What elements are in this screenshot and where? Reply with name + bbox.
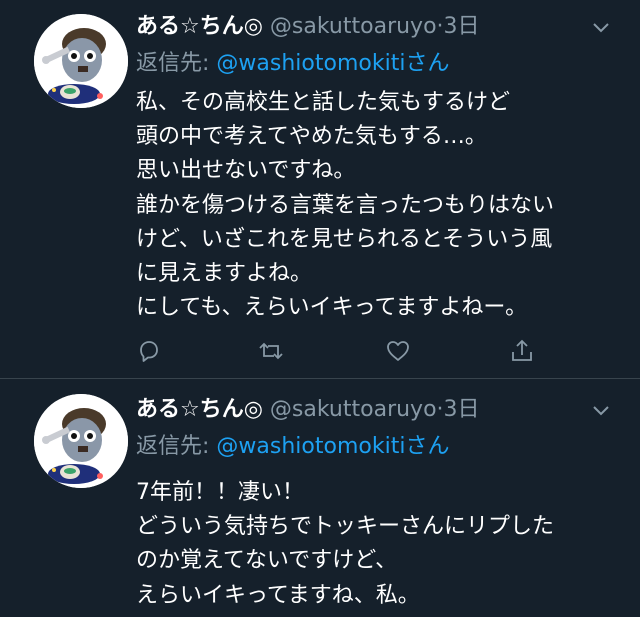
reply-label: 返信先: [136,434,210,459]
tweet-line: に見えますよね。 [136,261,313,287]
timestamp[interactable]: 3日 [444,14,480,39]
author-handle[interactable]: @sakuttoaruyo [270,14,437,39]
separator-dot: · [436,14,444,39]
reply-context: 返信先: @washiotomokitiさん [136,48,449,80]
share-icon[interactable] [509,338,535,364]
reply-user-link[interactable]: @washiotomokiti [216,51,405,76]
reply-suffix: さん [405,434,450,459]
reply-suffix: さん [405,51,450,76]
author-handle[interactable]: @sakuttoaruyo [270,397,437,422]
tweet-line: 頭の中で考えてやめた気もする…。 [136,124,487,150]
author-name[interactable]: ある☆ちん◎ [136,397,263,422]
tweet-line: のか覚えてないですけど、 [136,548,398,574]
timestamp[interactable]: 3日 [444,397,480,422]
tweet[interactable]: ある☆ちん◎ @sakuttoaruyo·3日 返信先: @washiotomo… [0,0,640,378]
reply-user-link[interactable]: @washiotomokiti [216,434,405,459]
author-name[interactable]: ある☆ちん◎ [136,14,263,39]
avatar[interactable] [34,14,128,108]
reply-icon[interactable] [136,338,162,364]
reply-label: 返信先: [136,51,210,76]
chevron-down-icon[interactable] [590,399,612,421]
tweet-header: ある☆ちん◎ @sakuttoaruyo·3日 [136,10,480,44]
tweet-line: どういう気持ちでトッキーさんにリプした [136,514,555,540]
tweet-line: にしても、えらいイキってますよねー。 [136,295,528,321]
tweet-line: 思い出せないですね。 [136,158,356,184]
like-icon[interactable] [385,338,411,364]
tweet-line: 私、その高校生と話した気もするけど [136,90,511,115]
tweet-line: 誰かを傷つける言葉を言ったつもりはない [136,192,555,218]
retweet-icon[interactable] [258,338,284,364]
tweet-line: 7年前！！凄い！ [136,480,304,505]
chevron-down-icon[interactable] [590,16,612,38]
avatar[interactable] [34,394,128,488]
tweet-line: けど、いざこれを見せられるとそういう風 [136,226,553,252]
tweet-header: ある☆ちん◎ @sakuttoaruyo·3日 [136,393,480,427]
tweet-text: 7年前！！凄い！ どういう気持ちでトッキーさんにリプした のか覚えてないですけど… [136,476,616,613]
tweet-line: えらいイキってますね、私。 [136,582,420,608]
separator-dot: · [436,397,444,422]
tweet-actions [136,338,536,368]
reply-context: 返信先: @washiotomokitiさん [136,431,449,463]
tweet-text: 私、その高校生と話した気もするけど 頭の中で考えてやめた気もする…。 思い出せな… [136,86,616,325]
avatar-image [34,394,128,488]
avatar-image [34,14,128,108]
